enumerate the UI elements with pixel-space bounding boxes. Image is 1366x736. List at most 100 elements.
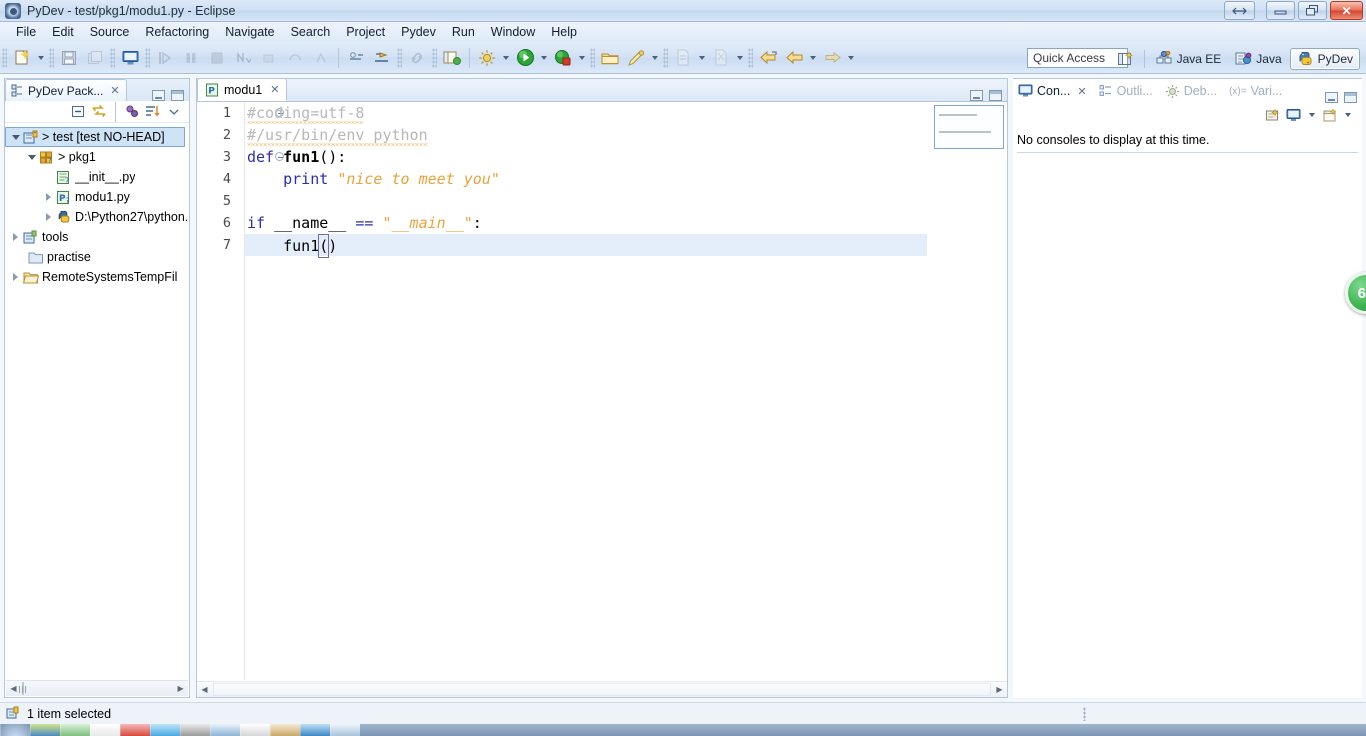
link-with-editor-icon[interactable] — [90, 103, 108, 121]
step-into-icon[interactable] — [153, 46, 177, 70]
taskbar-item[interactable] — [180, 724, 210, 736]
taskbar-item[interactable] — [150, 724, 180, 736]
back-history-icon[interactable] — [756, 46, 780, 70]
taskbar-item[interactable] — [30, 724, 60, 736]
minimize-view-button[interactable] — [152, 90, 165, 101]
new-wizard-dropdown[interactable] — [35, 46, 47, 70]
pencil-dropdown[interactable] — [649, 46, 661, 70]
menu-item-run[interactable]: Run — [444, 23, 483, 41]
code-line-3[interactable]: def fun1(): — [245, 146, 927, 168]
tab-outline[interactable]: Outli... — [1094, 79, 1158, 103]
save-all-icon[interactable] — [83, 46, 107, 70]
help-restore-button[interactable] — [1224, 1, 1255, 20]
menu-item-help[interactable]: Help — [543, 23, 585, 41]
new-wizard-icon[interactable] — [10, 46, 34, 70]
forward-icon[interactable] — [820, 46, 844, 70]
prev-annotation-icon[interactable] — [257, 46, 281, 70]
new-file-dropdown[interactable] — [696, 46, 708, 70]
twisty-closed-icon[interactable] — [42, 211, 55, 224]
menu-item-refactoring[interactable]: Refactoring — [137, 23, 217, 41]
code-line-7[interactable]: fun1() — [245, 234, 927, 258]
restore-button[interactable] — [1298, 1, 1327, 20]
taskbar-item[interactable] — [120, 724, 150, 736]
pydev-module-icon[interactable] — [370, 46, 394, 70]
next-annotation-icon[interactable] — [231, 46, 255, 70]
pause-icon[interactable] — [179, 46, 203, 70]
status-bar-resize-grip[interactable] — [1083, 707, 1086, 721]
maximize-editor-button[interactable] — [989, 90, 1002, 101]
folding-ruler[interactable] — [235, 102, 284, 680]
close-icon[interactable]: ✕ — [270, 83, 279, 96]
tree-item-tools[interactable]: tools — [5, 227, 189, 247]
taskbar-item[interactable] — [240, 724, 270, 736]
pencil-icon[interactable] — [624, 46, 648, 70]
perspective-java[interactable]: Java — [1229, 49, 1287, 69]
menu-item-file[interactable]: File — [8, 23, 44, 41]
debug-icon[interactable] — [475, 46, 499, 70]
collapse-all-icon[interactable] — [69, 103, 87, 121]
debug-dropdown[interactable] — [500, 46, 512, 70]
search-doc-icon[interactable] — [709, 46, 733, 70]
menu-item-window[interactable]: Window — [483, 23, 543, 41]
coverage-dropdown[interactable] — [576, 46, 588, 70]
close-icon[interactable]: ✕ — [1077, 85, 1086, 98]
show-members-icon[interactable] — [123, 103, 141, 121]
code-overview-minimap[interactable] — [934, 105, 1004, 149]
toolbar-drag-handle-2[interactable] — [49, 47, 54, 68]
minimize-button[interactable] — [1266, 1, 1295, 20]
tree-item-modu1-py[interactable]: P? modu1.py — [5, 187, 189, 207]
code-line-2[interactable]: #/usr/bin/env python — [245, 124, 927, 146]
folder-icon[interactable] — [598, 46, 622, 70]
tree-item-test-project[interactable]: > test [test NO-HEAD] — [5, 127, 185, 147]
twisty-closed-icon[interactable] — [9, 231, 22, 244]
menu-item-search[interactable]: Search — [283, 23, 339, 41]
tab-debug[interactable]: Deb... — [1160, 79, 1222, 103]
back-icon[interactable] — [782, 46, 806, 70]
open-perspective-icon[interactable] — [440, 46, 464, 70]
tree-item-interpreter[interactable]: D:\Python27\python. — [5, 207, 189, 227]
new-console-icon[interactable] — [1321, 106, 1339, 124]
maximize-console-button[interactable] — [1344, 92, 1357, 103]
undo-icon[interactable] — [283, 46, 307, 70]
run-icon[interactable] — [513, 46, 537, 70]
close-icon[interactable]: ✕ — [110, 84, 119, 97]
open-console-icon[interactable] — [1264, 106, 1282, 124]
forward-dropdown[interactable] — [845, 46, 857, 70]
new-console-dropdown-icon[interactable] — [1342, 103, 1354, 127]
code-line-5[interactable] — [245, 190, 927, 212]
menu-item-navigate[interactable]: Navigate — [217, 23, 282, 41]
run-dropdown[interactable] — [538, 46, 550, 70]
perspective-java-ee[interactable]: Java EE — [1150, 49, 1228, 69]
twisty-open-icon[interactable] — [9, 131, 22, 144]
scroll-right-icon[interactable]: ▶ — [173, 682, 188, 696]
twisty-closed-icon[interactable] — [42, 191, 55, 204]
toolbar-drag-handle-3[interactable] — [110, 47, 115, 68]
code-line-4[interactable]: print "nice to meet you" — [245, 168, 927, 190]
taskbar-item[interactable] — [270, 724, 300, 736]
taskbar-item[interactable] — [60, 724, 90, 736]
toolbar-drag-handle[interactable] — [2, 47, 7, 68]
toolbar-drag-handle-4[interactable] — [145, 47, 150, 68]
tab-modu1[interactable]: P modu1 ✕ — [197, 78, 288, 101]
redo-icon[interactable] — [309, 46, 333, 70]
tab-variables[interactable]: (x)= Vari... — [1224, 79, 1287, 103]
minimize-editor-button[interactable] — [970, 90, 983, 101]
editor-horizontal-scrollbar[interactable]: ◀ ▶ — [197, 681, 1007, 697]
menu-item-project[interactable]: Project — [338, 23, 393, 41]
package-explorer-horizontal-scrollbar[interactable]: ◀ ▶ — [6, 680, 188, 696]
twisty-open-icon[interactable] — [25, 151, 38, 164]
open-perspective-icon[interactable] — [1114, 47, 1138, 71]
code-line-1[interactable]: #coding=utf-8 — [245, 102, 927, 124]
close-button[interactable]: ✕ — [1330, 1, 1363, 20]
toolbar-drag-handle-8[interactable] — [663, 47, 668, 68]
scrollbar-thumb[interactable] — [18, 682, 27, 695]
maximize-view-button[interactable] — [171, 90, 184, 101]
code-line-6[interactable]: if __name__ == "__main__": — [245, 212, 927, 234]
tab-console[interactable]: Con... ✕ — [1013, 79, 1092, 103]
display-selected-console-icon[interactable] — [1285, 106, 1303, 124]
toolbar-drag-handle-9[interactable] — [748, 47, 753, 68]
toolbar-drag-handle-6[interactable] — [432, 47, 437, 68]
perspective-pydev[interactable]: PyDev — [1289, 47, 1360, 70]
taskbar-item[interactable] — [300, 724, 330, 736]
tree-item-practise[interactable]: practise — [5, 247, 189, 267]
